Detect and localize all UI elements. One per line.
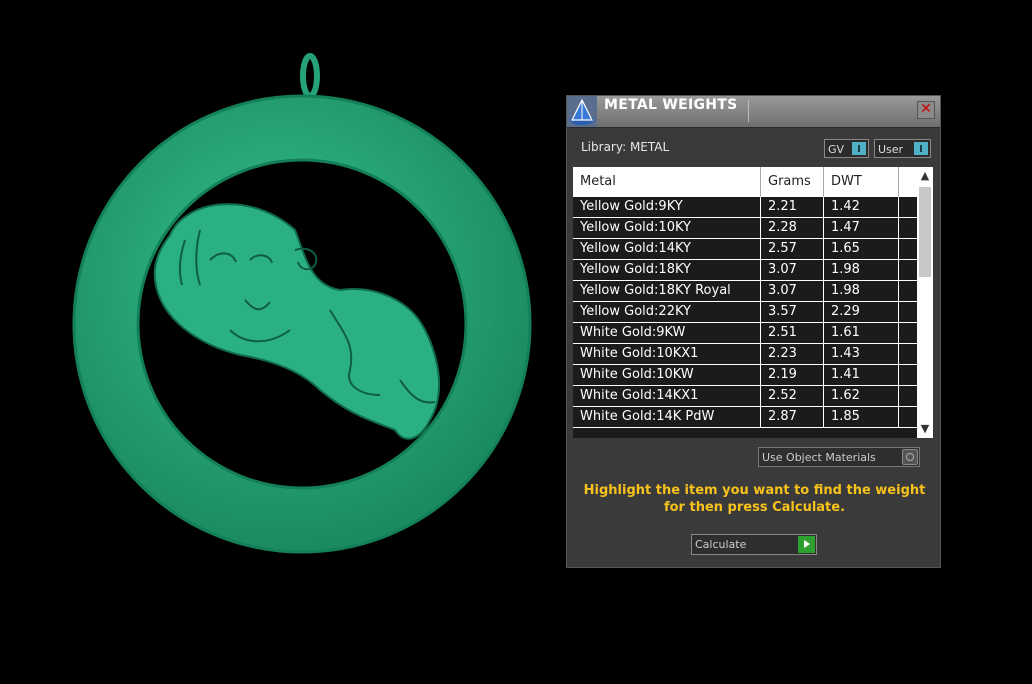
- toggle-indicator-icon: [852, 142, 866, 155]
- cell-dwt: 2.29: [824, 302, 899, 322]
- cell-metal: White Gold:14K PdW: [573, 407, 761, 427]
- cell-grams: 2.52: [761, 386, 824, 406]
- cell-dwt: 1.42: [824, 197, 899, 217]
- table-scrollbar[interactable]: ▲ ▼: [917, 167, 933, 438]
- cell-dwt: 1.62: [824, 386, 899, 406]
- table-row[interactable]: White Gold:10KW 2.19 1.41: [573, 365, 917, 386]
- cell-metal: Yellow Gold:18KY Royal: [573, 281, 761, 301]
- cell-dwt: 1.43: [824, 344, 899, 364]
- metal-table[interactable]: Metal Grams DWT Yellow Gold:9KY 2.21 1.42 Y…: [573, 167, 933, 438]
- table-row[interactable]: White Gold:14KX1 2.52 1.62: [573, 386, 917, 407]
- cell-metal: White Gold:10KX1: [573, 344, 761, 364]
- library-label: Library: METAL: [581, 140, 670, 154]
- cell-grams: 3.07: [761, 260, 824, 280]
- scroll-down-icon[interactable]: ▼: [917, 422, 933, 436]
- column-header-metal[interactable]: Metal: [573, 167, 761, 197]
- table-row[interactable]: White Gold:10KX1 2.23 1.43: [573, 344, 917, 365]
- bail-loop: [300, 53, 320, 99]
- cell-dwt: 1.41: [824, 365, 899, 385]
- toggle-indicator-icon: [914, 142, 928, 155]
- option-knob-icon: [902, 449, 918, 465]
- cell-dwt: 1.98: [824, 260, 899, 280]
- cell-dwt: 1.61: [824, 323, 899, 343]
- close-icon[interactable]: ✕: [917, 101, 935, 119]
- pyramid-logo-icon: [567, 96, 597, 127]
- cell-metal: White Gold:14KX1: [573, 386, 761, 406]
- 3d-viewport[interactable]: [0, 0, 560, 680]
- gv-toggle-label: GV: [828, 143, 845, 156]
- panel-titlebar[interactable]: METAL WEIGHTS ✕: [567, 96, 940, 128]
- cell-dwt: 1.98: [824, 281, 899, 301]
- cell-grams: 2.28: [761, 218, 824, 238]
- column-header-dwt[interactable]: DWT: [824, 167, 899, 197]
- column-header-grams[interactable]: Grams: [761, 167, 824, 197]
- table-row[interactable]: Yellow Gold:18KY 3.07 1.98: [573, 260, 917, 281]
- calculate-label: Calculate: [695, 538, 747, 551]
- table-row[interactable]: Yellow Gold:10KY 2.28 1.47: [573, 218, 917, 239]
- cell-dwt: 1.85: [824, 407, 899, 427]
- table-row[interactable]: Yellow Gold:9KY 2.21 1.42: [573, 197, 917, 218]
- scroll-thumb[interactable]: [919, 187, 931, 277]
- scroll-up-icon[interactable]: ▲: [917, 169, 933, 183]
- cell-dwt: 1.65: [824, 239, 899, 259]
- cell-metal: White Gold:9KW: [573, 323, 761, 343]
- cell-metal: Yellow Gold:14KY: [573, 239, 761, 259]
- cell-grams: 2.23: [761, 344, 824, 364]
- gv-toggle[interactable]: GV: [824, 139, 869, 158]
- use-object-materials-toggle[interactable]: Use Object Materials: [758, 447, 920, 467]
- user-toggle-label: User: [878, 143, 904, 156]
- instruction-text: Highlight the item you want to find the …: [583, 483, 926, 515]
- calculate-button[interactable]: Calculate: [691, 534, 817, 555]
- cell-grams: 3.07: [761, 281, 824, 301]
- cell-metal: Yellow Gold:22KY: [573, 302, 761, 322]
- cell-metal: Yellow Gold:9KY: [573, 197, 761, 217]
- cell-grams: 2.57: [761, 239, 824, 259]
- title-divider: [748, 100, 919, 122]
- table-row[interactable]: Yellow Gold:22KY 3.57 2.29: [573, 302, 917, 323]
- cell-grams: 2.21: [761, 197, 824, 217]
- metal-weights-panel: METAL WEIGHTS ✕ Library: METAL GV User M…: [566, 95, 941, 568]
- cell-grams: 2.87: [761, 407, 824, 427]
- user-toggle[interactable]: User: [874, 139, 931, 158]
- cell-dwt: 1.47: [824, 218, 899, 238]
- cell-metal: Yellow Gold:10KY: [573, 218, 761, 238]
- cell-grams: 2.51: [761, 323, 824, 343]
- play-arrow-icon: [798, 536, 815, 553]
- table-row[interactable]: White Gold:14K PdW 2.87 1.85: [573, 407, 917, 428]
- table-row[interactable]: Yellow Gold:14KY 2.57 1.65: [573, 239, 917, 260]
- table-row[interactable]: White Gold:9KW 2.51 1.61: [573, 323, 917, 344]
- cell-metal: Yellow Gold:18KY: [573, 260, 761, 280]
- table-header: Metal Grams DWT: [573, 167, 917, 197]
- cell-metal: White Gold:10KW: [573, 365, 761, 385]
- cell-grams: 2.19: [761, 365, 824, 385]
- table-row[interactable]: Yellow Gold:18KY Royal 3.07 1.98: [573, 281, 917, 302]
- panel-title: METAL WEIGHTS: [604, 97, 738, 113]
- use-object-materials-label: Use Object Materials: [762, 451, 876, 464]
- pendant-model: [72, 53, 532, 554]
- cell-grams: 3.57: [761, 302, 824, 322]
